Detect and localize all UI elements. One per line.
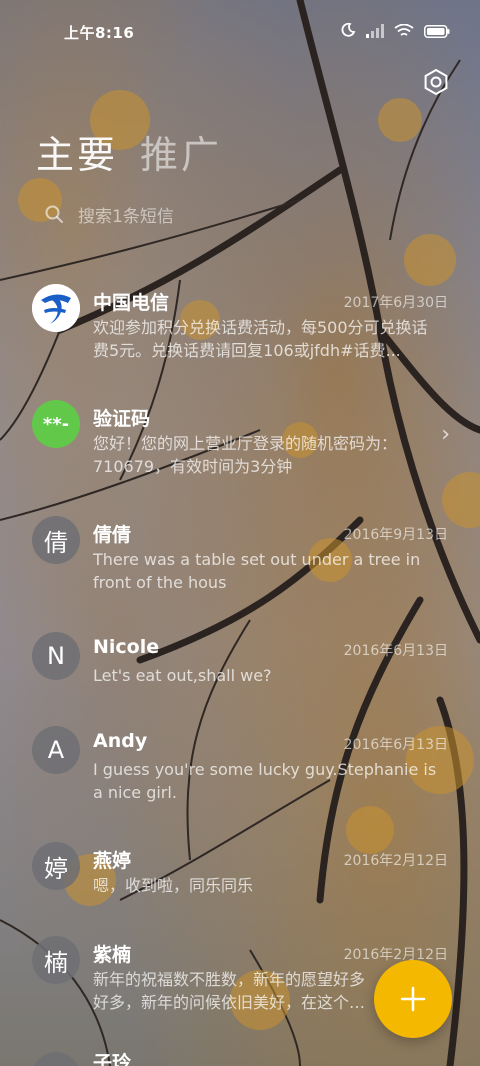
message-preview: There was a table set out under a tree i… (93, 550, 421, 592)
conversation-item[interactable]: 中国电信 2017年6月30日 欢迎参加积分兑换话费活动，每500分可兑换话费5… (0, 280, 480, 380)
compose-button[interactable] (374, 960, 452, 1038)
conversation-item[interactable]: **- 验证码 › 您好！您的网上营业厅登录的随机密码为：710679，有效时间… (0, 396, 480, 496)
battery-icon (424, 23, 450, 42)
settings-button[interactable] (422, 68, 450, 96)
contact-name: 子玲 (93, 1052, 132, 1066)
message-preview: I guess you're some lucky guy.Stephanie … (93, 760, 437, 802)
conversation-item[interactable]: N Nicole 2016年6月13日 Let's eat out,shall … (0, 628, 480, 708)
contact-name: 燕婷 (93, 850, 132, 872)
message-date: 2016年2月12日 (343, 853, 448, 869)
chevron-right-icon: › (441, 422, 450, 447)
search-icon (45, 205, 63, 223)
wifi-icon (394, 23, 414, 42)
contact-name: 中国电信 (93, 292, 170, 314)
gear-icon (424, 68, 448, 96)
search-bar[interactable]: 搜索1条短信 (44, 194, 444, 234)
tab-promotions[interactable]: 推广 (140, 124, 222, 179)
message-preview: 您好！您的网上营业厅登录的随机密码为：710679，有效时间为3分钟 (93, 434, 398, 476)
avatar: 楠 (32, 936, 80, 984)
verification-avatar: **- (32, 400, 80, 448)
message-date: 2016年9月13日 (343, 527, 448, 543)
plus-icon (400, 986, 426, 1012)
conversation-item[interactable]: 倩 倩倩 2016年9月13日 There was a table set ou… (0, 512, 480, 612)
contact-name: 紫楠 (93, 944, 132, 966)
contact-name: 倩倩 (93, 524, 132, 546)
avatar: 倩 (32, 516, 80, 564)
conversation-item[interactable]: A Andy 2016年6月13日 I guess you're some lu… (0, 722, 480, 822)
message-date: 2016年6月13日 (343, 643, 448, 659)
avatar: 玲 (32, 1052, 80, 1066)
china-telecom-logo (32, 284, 80, 332)
contact-name: Andy (93, 730, 148, 752)
message-preview: Let's eat out,shall we? (93, 666, 272, 685)
message-preview: 欢迎参加积分兑换话费活动，每500分可兑换话费5元。兑换话费请回复106或jfd… (93, 318, 428, 360)
avatar: A (32, 726, 80, 774)
status-bar: 上午8:16 (0, 0, 480, 64)
message-date: 2016年2月12日 (343, 947, 448, 963)
message-preview: 嗯，收到啦，同乐同乐 (93, 876, 254, 895)
moon-icon (340, 22, 356, 42)
avatar: 婷 (32, 842, 80, 890)
status-icons (340, 22, 450, 42)
status-time: 上午8:16 (64, 24, 135, 42)
message-date: 2017年6月30日 (343, 295, 448, 311)
conversation-item[interactable]: 婷 燕婷 2016年2月12日 嗯，收到啦，同乐同乐 (0, 838, 480, 918)
conversation-item[interactable]: 玲 子玲 (0, 1048, 480, 1066)
contact-name: 验证码 (93, 408, 151, 430)
search-input[interactable]: 搜索1条短信 (78, 202, 174, 227)
contact-name: Nicole (93, 636, 160, 658)
avatar: N (32, 632, 80, 680)
message-date: 2016年6月13日 (343, 737, 448, 753)
signal-icon (366, 23, 384, 42)
tab-main[interactable]: 主要 (36, 124, 118, 179)
message-preview: 新年的祝福数不胜数，新年的愿望好多好多，新年的问候依旧美好，在这个温馨的日子里 (93, 970, 366, 1012)
tab-bar: 主要 推广 (36, 124, 222, 179)
